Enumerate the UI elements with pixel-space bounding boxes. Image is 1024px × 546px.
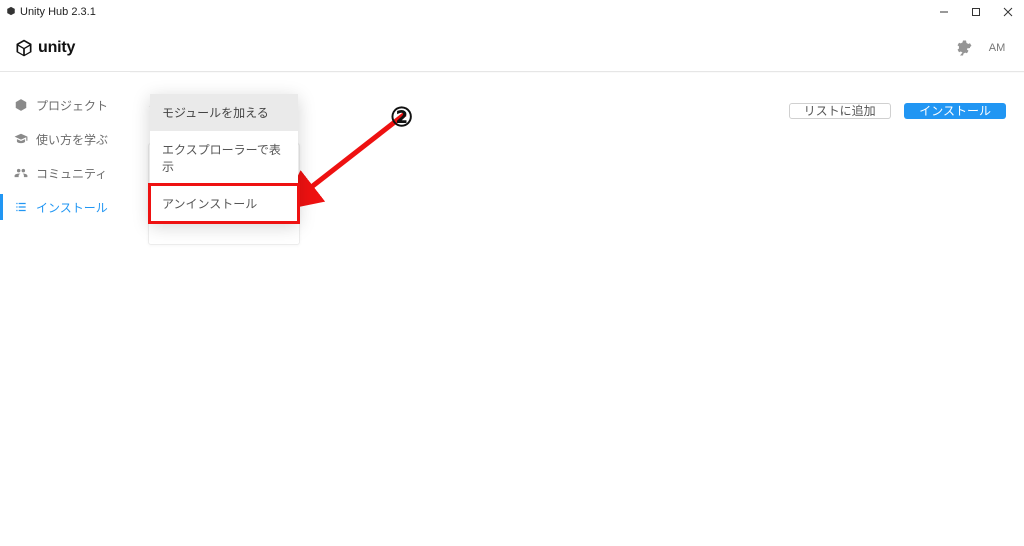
app-header: unity AM bbox=[0, 25, 1024, 72]
sidebar-item-label: インストール bbox=[36, 199, 108, 216]
window-title: Unity Hub 2.3.1 bbox=[20, 6, 96, 18]
unity-logo: unity bbox=[14, 38, 75, 58]
sidebar-item-learn[interactable]: 使い方を学ぶ bbox=[0, 122, 130, 156]
unity-cube-icon bbox=[14, 38, 34, 58]
menu-item-add-modules[interactable]: モジュールを加える bbox=[150, 94, 298, 131]
sidebar-item-community[interactable]: コミュニティ bbox=[0, 156, 130, 190]
window-titlebar: Unity Hub 2.3.1 bbox=[0, 0, 1024, 25]
window-maximize[interactable] bbox=[960, 0, 992, 24]
install-context-menu: モジュールを加える エクスプローラーで表示 アンインストール bbox=[150, 94, 298, 222]
sidebar-item-installs[interactable]: インストール bbox=[0, 190, 130, 224]
window-minimize[interactable] bbox=[928, 0, 960, 24]
sidebar-item-projects[interactable]: プロジェクト bbox=[0, 88, 130, 122]
install-button[interactable]: インストール bbox=[904, 103, 1006, 119]
user-initials: AM bbox=[989, 42, 1006, 54]
main-panel: インストール リストに追加 インストール モジュールを加える エクスプローラーで… bbox=[130, 72, 1024, 546]
locate-button[interactable]: リストに追加 bbox=[789, 103, 891, 119]
menu-item-uninstall[interactable]: アンインストール bbox=[150, 185, 298, 222]
cap-icon bbox=[14, 132, 28, 146]
sidebar-item-label: コミュニティ bbox=[36, 165, 107, 182]
list-icon bbox=[14, 200, 28, 214]
user-avatar[interactable]: AM bbox=[984, 35, 1010, 61]
gear-icon bbox=[954, 39, 972, 57]
unity-app-icon bbox=[6, 6, 16, 19]
unity-brand-text: unity bbox=[38, 39, 75, 57]
sidebar-item-label: プロジェクト bbox=[36, 97, 108, 114]
people-icon bbox=[14, 166, 28, 180]
settings-button[interactable] bbox=[954, 39, 972, 57]
sidebar-item-label: 使い方を学ぶ bbox=[36, 131, 108, 148]
sidebar: プロジェクト 使い方を学ぶ コミュニティ インストール bbox=[0, 72, 130, 546]
cube-icon bbox=[14, 98, 28, 112]
menu-item-show-in-explorer[interactable]: エクスプローラーで表示 bbox=[150, 131, 298, 185]
window-close[interactable] bbox=[992, 0, 1024, 24]
